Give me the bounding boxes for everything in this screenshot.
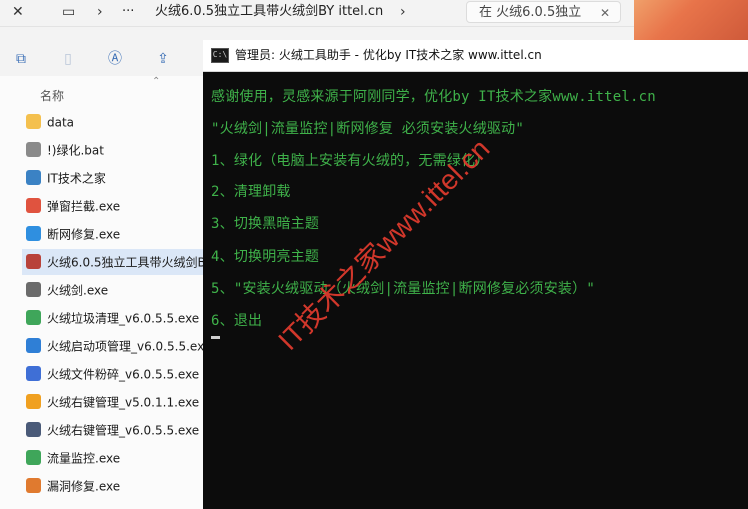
file-icon xyxy=(26,254,41,269)
file-row[interactable]: !)绿化.bat xyxy=(22,137,203,163)
console-line: 2、清理卸载 xyxy=(211,184,291,200)
file-icon xyxy=(26,394,41,409)
file-name: data xyxy=(47,115,75,130)
file-icon xyxy=(26,450,41,465)
file-row[interactable]: 断网修复.exe xyxy=(22,221,203,247)
file-row[interactable]: 流量监控.exe xyxy=(22,445,203,471)
close-icon[interactable]: ✕ xyxy=(12,0,24,26)
sort-caret-icon: ⌃ xyxy=(152,76,161,87)
file-row[interactable]: 漏洞修复.exe xyxy=(22,473,203,499)
file-icon xyxy=(26,282,41,297)
file-name: 火绒启动项管理_v6.0.5.5.exe xyxy=(47,339,203,354)
file-icon xyxy=(26,310,41,325)
console-line: 3、切换黑暗主题 xyxy=(211,216,320,232)
file-name: 火绒右键管理_v6.0.5.5.exe xyxy=(47,423,200,438)
file-name: 弹窗拦截.exe xyxy=(47,199,121,214)
copy-icon[interactable]: ⧉ xyxy=(8,44,34,74)
more-button[interactable]: ··· xyxy=(122,0,134,26)
file-row[interactable]: 火绒6.0.5独立工具带火绒剑BY xyxy=(22,249,203,275)
console-line: 5、"安装火绒驱动（火绒剑|流量监控|断网修复必须安装）" xyxy=(211,281,595,297)
file-name: !)绿化.bat xyxy=(47,143,104,158)
console-line: 6、退出 xyxy=(211,313,263,329)
console-window[interactable]: C:\ 管理员: 火绒工具助手 - 优化by IT技术之家 www.ittel.… xyxy=(203,40,748,509)
console-title: 管理员: 火绒工具助手 - 优化by IT技术之家 www.ittel.cn xyxy=(235,48,542,62)
column-header-name[interactable]: ⌃ 名称 xyxy=(0,76,203,110)
monitor-icon[interactable]: ▭ xyxy=(62,0,75,26)
file-row[interactable]: IT技术之家 xyxy=(22,165,203,191)
file-icon xyxy=(26,422,41,437)
console-titlebar[interactable]: C:\ 管理员: 火绒工具助手 - 优化by IT技术之家 www.ittel.… xyxy=(203,40,748,72)
file-row[interactable]: 火绒垃圾清理_v6.0.5.5.exe xyxy=(22,305,203,331)
file-icon xyxy=(26,478,41,493)
file-list: ⌃ 名称 data !)绿化.bat IT技术之家 弹窗拦截.exe 断网修复.exe 火… xyxy=(0,76,203,509)
file-name: 火绒文件粉碎_v6.0.5.5.exe xyxy=(47,367,200,382)
file-name: 流量监控.exe xyxy=(47,451,121,466)
file-row[interactable]: data xyxy=(22,109,203,135)
paste-icon[interactable]: ▯ xyxy=(55,44,81,74)
file-name: 漏洞修复.exe xyxy=(47,479,121,494)
file-name: 火绒6.0.5独立工具带火绒剑BY xyxy=(47,255,203,270)
chevron-right-icon[interactable]: › xyxy=(97,0,103,26)
file-icon xyxy=(26,170,41,185)
file-name: 火绒垃圾清理_v6.0.5.5.exe xyxy=(47,311,200,326)
rename-icon[interactable]: Ⓐ xyxy=(102,44,128,74)
file-icon xyxy=(26,338,41,353)
chevron-right-icon[interactable]: › xyxy=(400,0,406,26)
file-row[interactable]: 火绒启动项管理_v6.0.5.5.exe xyxy=(22,333,203,359)
file-row[interactable]: 弹窗拦截.exe xyxy=(22,193,203,219)
file-name: 火绒右键管理_v5.0.1.1.exe xyxy=(47,395,200,410)
file-icon xyxy=(26,366,41,381)
search-input[interactable]: 在 火绒6.0.5独立 ✕ xyxy=(466,1,621,23)
file-icon xyxy=(26,142,41,157)
file-row[interactable]: 火绒右键管理_v6.0.5.5.exe xyxy=(22,417,203,443)
file-name: 火绒剑.exe xyxy=(47,283,109,298)
console-line: "火绒剑|流量监控|断网修复 必须安装火绒驱动" xyxy=(211,121,524,137)
file-row[interactable]: 火绒右键管理_v5.0.1.1.exe xyxy=(22,389,203,415)
background-image xyxy=(634,0,748,40)
console-icon: C:\ xyxy=(211,48,229,63)
file-name: IT技术之家 xyxy=(47,171,106,186)
console-cursor xyxy=(211,336,220,339)
clear-search-icon[interactable]: ✕ xyxy=(600,2,610,24)
breadcrumb-folder[interactable]: 火绒6.0.5独立工具带火绒剑BY ittel.cn xyxy=(155,0,383,26)
file-row[interactable]: 火绒剑.exe xyxy=(22,277,203,303)
toolbar: ⧉ ▯ Ⓐ ⇪ xyxy=(0,44,203,76)
file-icon xyxy=(26,198,41,213)
search-text: 在 火绒6.0.5独立 xyxy=(479,5,582,20)
console-line: 4、切换明亮主题 xyxy=(211,249,320,265)
folder-icon xyxy=(26,114,41,129)
file-row[interactable]: 火绒文件粉碎_v6.0.5.5.exe xyxy=(22,361,203,387)
console-line: 感谢使用，灵感来源于阿刚同学，优化by IT技术之家www.ittel.cn xyxy=(211,89,656,105)
file-name: 断网修复.exe xyxy=(47,227,121,242)
file-icon xyxy=(26,226,41,241)
